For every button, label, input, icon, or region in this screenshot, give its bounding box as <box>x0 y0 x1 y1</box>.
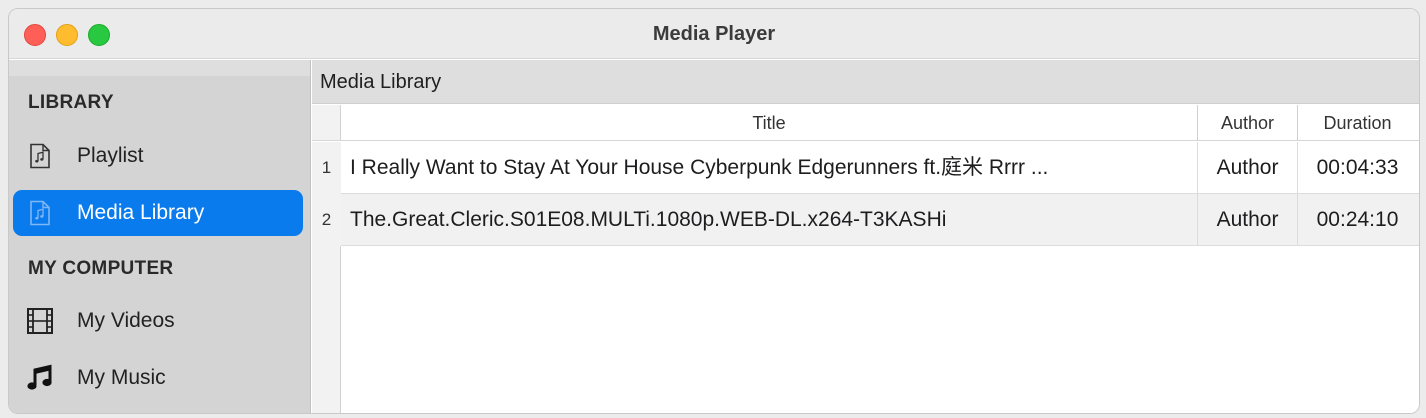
sidebar-item-media-library[interactable]: Media Library <box>13 190 303 236</box>
column-header-duration[interactable]: Duration <box>1297 105 1417 141</box>
row-number-gutter <box>312 246 341 413</box>
row-number-header <box>312 105 341 140</box>
row-number: 1 <box>312 142 341 194</box>
table-row[interactable]: 1 I Really Want to Stay At Your House Cy… <box>312 142 1419 194</box>
film-icon <box>25 306 55 336</box>
cell-duration: 00:24:10 <box>1297 194 1417 246</box>
sidebar-top-strip <box>9 60 310 76</box>
media-player-window: Media Player LIBRARY Playlist Media Libr… <box>8 8 1420 414</box>
table-row[interactable]: 2 The.Great.Cleric.S01E08.MULTi.1080p.WE… <box>312 194 1419 246</box>
sidebar: LIBRARY Playlist Media Library MY COMPUT… <box>9 60 311 413</box>
table-header: Title Author Duration <box>312 105 1419 141</box>
column-header-title[interactable]: Title <box>341 105 1197 141</box>
cell-duration: 00:04:33 <box>1297 142 1417 194</box>
music-file-icon <box>25 198 55 228</box>
title-bar[interactable]: Media Player <box>9 9 1419 59</box>
main-panel: Media Library Title Author Duration 1 I … <box>312 60 1419 413</box>
sidebar-item-label: My Music <box>77 366 166 389</box>
window-title: Media Player <box>652 23 776 45</box>
sidebar-item-label: Playlist <box>77 144 144 167</box>
cell-title: I Really Want to Stay At Your House Cybe… <box>350 156 1049 179</box>
music-note-icon <box>25 363 55 393</box>
sidebar-item-my-music[interactable]: My Music <box>13 355 303 401</box>
section-header-my-computer: MY COMPUTER <box>28 258 174 279</box>
column-header-author[interactable]: Author <box>1197 105 1297 141</box>
music-file-icon <box>25 141 55 171</box>
media-table: Title Author Duration 1 I Really Want to… <box>312 105 1419 413</box>
sidebar-item-label: Media Library <box>77 201 205 224</box>
cell-title: The.Great.Cleric.S01E08.MULTi.1080p.WEB-… <box>350 208 947 231</box>
row-number: 2 <box>312 194 341 246</box>
sidebar-item-my-videos[interactable]: My Videos <box>13 298 303 344</box>
section-header-library: LIBRARY <box>28 92 114 113</box>
sidebar-item-label: My Videos <box>77 309 175 332</box>
cell-author: Author <box>1197 194 1297 246</box>
panel-title: Media Library <box>312 60 1419 104</box>
cell-author: Author <box>1197 142 1297 194</box>
sidebar-item-playlist[interactable]: Playlist <box>13 133 303 179</box>
